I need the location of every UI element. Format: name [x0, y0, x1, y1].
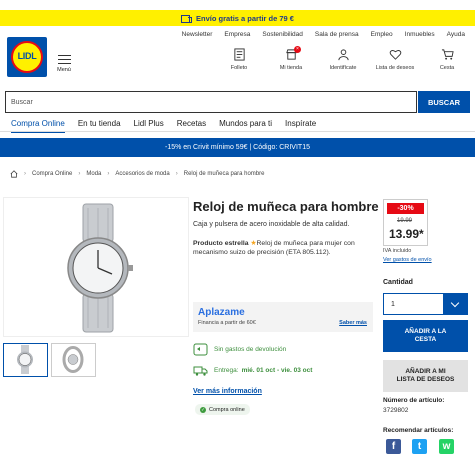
truck-icon: [181, 14, 193, 23]
devolucion-text: Sin gastos de devolución: [214, 346, 287, 353]
user-icon: [337, 49, 349, 61]
chevron-right-icon: ›: [175, 171, 178, 177]
whatsapp-icon[interactable]: w: [439, 439, 454, 454]
breadcrumb-current: Reloj de muñeca para hombre: [183, 171, 265, 177]
nav-mundos[interactable]: Mundos para ti: [219, 119, 272, 128]
check-icon: ✓: [200, 406, 206, 413]
lista-deseos-button[interactable]: Lista de deseos: [375, 48, 415, 71]
article-number-label: Número de artículo:: [383, 397, 445, 404]
aplazame-box: Aplazame Financia a partir de 60€ Saber …: [193, 302, 373, 332]
hamburger-icon: [55, 54, 73, 64]
add-wish-line1: AÑADIR A MI: [405, 367, 446, 375]
chevron-right-icon: ›: [78, 171, 81, 177]
thumbnail-1[interactable]: [3, 343, 48, 377]
watch-thumb-front: [17, 345, 33, 374]
nav-en-tu-tienda[interactable]: En tu tienda: [78, 119, 121, 128]
product-subtitle: Caja y pulsera de acero inoxidable de al…: [193, 221, 350, 228]
coupon-banner[interactable]: -15% en Crivit mínimo 59€ | Código: CRIV…: [0, 138, 475, 157]
menu-label: Menú: [57, 66, 71, 73]
watch-image: [67, 203, 133, 333]
store-badge-icon: ×: [294, 46, 301, 53]
nav-recetas[interactable]: Recetas: [177, 119, 206, 128]
entrega-dates: mié. 01 oct - vie. 03 oct: [241, 367, 313, 374]
cart-icon: [441, 49, 454, 60]
quantity-value: 1: [391, 300, 395, 308]
promo-text: Envío gratis a partir de 79 €: [196, 13, 294, 23]
quantity-select[interactable]: 1: [383, 293, 468, 315]
add-cart-line1: AÑADIR A LA: [404, 327, 447, 335]
online-badge-text: Compra online: [209, 406, 245, 413]
breadcrumb-item[interactable]: Moda: [86, 171, 101, 177]
product-image[interactable]: [3, 197, 189, 337]
mi-tienda-button[interactable]: × Mi tienda: [271, 46, 311, 71]
add-to-cart-button[interactable]: AÑADIR A LA CESTA: [383, 320, 468, 352]
aplazame-more-link[interactable]: Saber más: [339, 320, 367, 326]
aplazame-financing: Financia a partir de 60€: [198, 320, 256, 326]
watch-thumb-side: [62, 346, 84, 373]
add-to-wishlist-button[interactable]: AÑADIR A MI LISTA DE DESEOS: [383, 360, 468, 392]
folleto-icon: [233, 48, 245, 61]
home-icon[interactable]: [10, 170, 18, 178]
online-badge: ✓ Compra online: [195, 404, 250, 415]
devolucion-row: Sin gastos de devolución: [193, 343, 286, 356]
lidl-logo[interactable]: LIDL: [7, 37, 47, 77]
header: LIDL Menú Folleto × Mi tienda Identifíca…: [0, 36, 475, 86]
folleto-label: Folleto: [230, 65, 248, 71]
price-box: -30% 19.99 13.99*: [383, 199, 428, 246]
main-nav: Compra Online En tu tienda Lidl Plus Rec…: [11, 119, 316, 133]
folleto-button[interactable]: Folleto: [219, 48, 259, 71]
gastos-envio-link[interactable]: Ver gastos de envío: [383, 257, 432, 263]
delivery-truck-icon: [193, 366, 208, 376]
search-input[interactable]: Buscar: [5, 91, 417, 113]
nav-compra-online[interactable]: Compra Online: [11, 119, 65, 133]
lista-deseos-label: Lista de deseos: [375, 65, 415, 71]
nav-lidl-plus[interactable]: Lidl Plus: [134, 119, 164, 128]
chevron-down-icon[interactable]: [443, 294, 467, 314]
entrega-label: Entrega:: [214, 367, 239, 374]
identificate-label: Identifícate: [329, 65, 357, 71]
ver-mas-link[interactable]: Ver más información: [193, 388, 262, 395]
add-cart-line2: CESTA: [414, 336, 437, 343]
cesta-button[interactable]: Cesta: [427, 48, 467, 71]
facebook-icon[interactable]: f: [386, 439, 401, 454]
recommend-label: Recomendar artículos:: [383, 427, 454, 434]
add-wish-line2: LISTA DE DESEOS: [396, 376, 455, 383]
breadcrumb-item[interactable]: Compra Online: [32, 171, 72, 177]
breadcrumb: › Compra Online › Moda › Accesorios de m…: [10, 170, 264, 178]
iva-text: IVA incluido: [383, 248, 412, 254]
old-price: 19.99: [397, 218, 413, 224]
menu-button[interactable]: Menú: [55, 52, 73, 73]
breadcrumb-item[interactable]: Accesorios de moda: [115, 171, 169, 177]
producto-estrella: Producto estrella ★Reloj de muñeca para …: [193, 239, 373, 257]
aplazame-logo: Aplazame: [198, 307, 245, 318]
cesta-label: Cesta: [439, 65, 455, 71]
search-button[interactable]: BUSCAR: [418, 91, 470, 113]
twitter-icon[interactable]: t: [412, 439, 427, 454]
heart-icon: [389, 50, 401, 60]
nav-inspirate[interactable]: Inspírate: [285, 119, 316, 128]
return-icon: [193, 343, 208, 356]
nav-divider: [0, 131, 475, 132]
mi-tienda-label: Mi tienda: [279, 65, 303, 71]
chevron-right-icon: ›: [107, 171, 110, 177]
estrella-label: Producto estrella: [193, 240, 249, 247]
product-title: Reloj de muñeca para hombre: [193, 199, 379, 214]
chevron-right-icon: ›: [24, 171, 26, 177]
current-price: 13.99*: [389, 227, 424, 241]
thumbnail-2[interactable]: [51, 343, 96, 377]
header-icons: Folleto × Mi tienda Identifícate Lista d…: [219, 46, 467, 71]
identificate-button[interactable]: Identifícate: [323, 48, 363, 71]
promo-bar[interactable]: Envío gratis a partir de 79 €: [0, 10, 475, 26]
entrega-row: Entrega: mié. 01 oct - vie. 03 oct: [193, 364, 312, 377]
discount-badge: -30%: [387, 203, 424, 214]
article-number: 3729802: [383, 407, 409, 414]
quantity-label: Cantidad: [383, 279, 413, 286]
logo-text: LIDL: [17, 51, 37, 61]
